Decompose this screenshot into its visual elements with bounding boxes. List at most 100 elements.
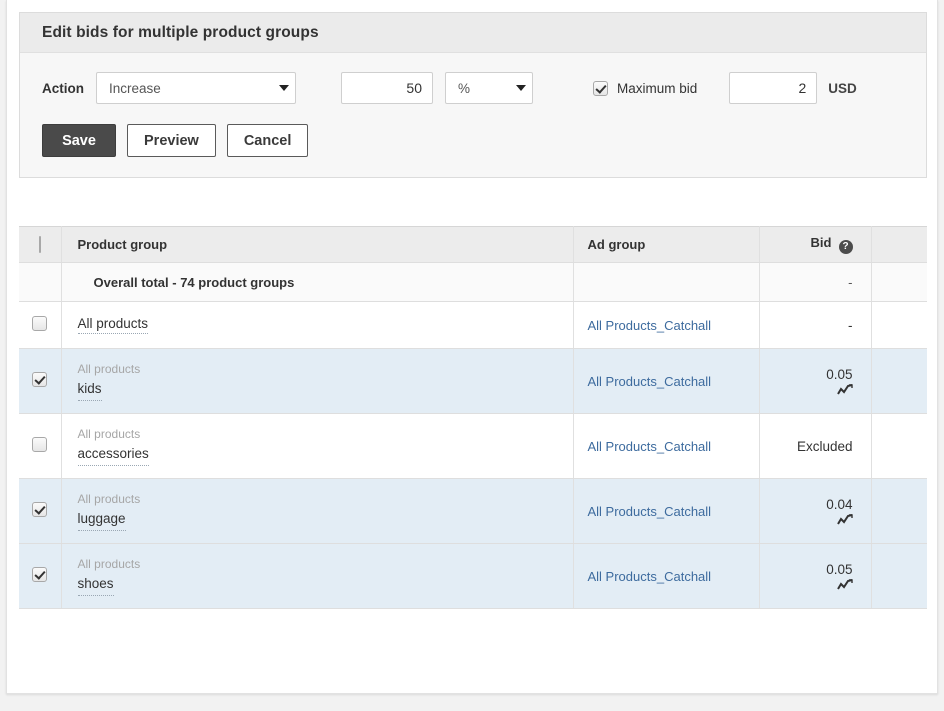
maximum-bid-checkbox[interactable]: [593, 81, 608, 96]
total-row-label: Overall total - 74 product groups: [61, 263, 573, 302]
edit-bids-panel: Edit bids for multiple product groups Ac…: [19, 12, 927, 178]
header-bid[interactable]: Bid?: [759, 227, 871, 263]
row-checkbox[interactable]: [32, 437, 47, 452]
bid-cell[interactable]: 0.04: [759, 479, 871, 544]
bid-sparkline-icon[interactable]: [837, 384, 853, 396]
table-row[interactable]: All products shoes All Products_Catchall 0.…: [19, 544, 927, 609]
row-extra-cell: [871, 414, 927, 479]
currency-label: USD: [828, 81, 857, 96]
row-extra-cell: [871, 479, 927, 544]
cancel-button[interactable]: Cancel: [227, 124, 309, 157]
total-row-extra: [871, 263, 927, 302]
action-row: Action Increase 50 % Maximum bid: [42, 71, 904, 105]
product-group-parent: All products: [78, 556, 572, 572]
header-product-group[interactable]: Product group: [61, 227, 573, 263]
chevron-down-icon: [273, 73, 295, 103]
header-bid-label: Bid: [811, 235, 832, 250]
ad-group-link[interactable]: All Products_Catchall: [588, 504, 712, 519]
unit-select[interactable]: %: [445, 72, 533, 104]
maximum-bid-input[interactable]: 2: [729, 72, 817, 104]
table-row[interactable]: All products accessories All Products_Catc…: [19, 414, 927, 479]
row-checkbox[interactable]: [32, 502, 47, 517]
maximum-bid-label: Maximum bid: [617, 81, 697, 96]
bid-value: 0.05: [761, 562, 853, 577]
bid-value: -: [761, 318, 853, 333]
row-checkbox-cell[interactable]: [19, 544, 61, 609]
table-body: Overall total - 74 product groups-All pr…: [19, 263, 927, 609]
table-header-row: Product group Ad group Bid?: [19, 227, 927, 263]
save-button[interactable]: Save: [42, 124, 116, 157]
table-row[interactable]: All productsluggage All Products_Catchall…: [19, 479, 927, 544]
row-checkbox-cell[interactable]: [19, 414, 61, 479]
row-checkbox[interactable]: [32, 567, 47, 582]
action-select-value: Increase: [97, 81, 273, 96]
panel-body: Action Increase 50 % Maximum bid: [20, 53, 926, 177]
header-extra: [871, 227, 927, 263]
maximum-bid-checkbox-group[interactable]: Maximum bid: [593, 81, 697, 96]
bid-value: 0.04: [761, 497, 853, 512]
product-group-cell: All products shoes: [61, 544, 573, 609]
product-group-name[interactable]: All products: [78, 316, 149, 334]
ad-group-link[interactable]: All Products_Catchall: [588, 439, 712, 454]
select-all-checkbox[interactable]: [39, 236, 41, 253]
row-checkbox-cell[interactable]: [19, 349, 61, 414]
bid-sparkline-icon[interactable]: [837, 579, 853, 591]
table-row-total: Overall total - 74 product groups -: [19, 263, 927, 302]
row-extra-cell: [871, 302, 927, 349]
table-row[interactable]: All products kids All Products_Catchall 0.0…: [19, 349, 927, 414]
chevron-down-icon: [510, 73, 532, 103]
row-extra-cell: [871, 349, 927, 414]
ad-group-cell: All Products_Catchall: [573, 349, 759, 414]
product-group-name[interactable]: shoes: [78, 575, 114, 596]
row-checkbox[interactable]: [32, 316, 47, 331]
ad-group-cell: All Products_Catchall: [573, 544, 759, 609]
row-checkbox[interactable]: [32, 372, 47, 387]
bid-cell[interactable]: 0.05: [759, 349, 871, 414]
row-checkbox-cell[interactable]: [19, 479, 61, 544]
product-group-cell: All products kids: [61, 349, 573, 414]
ad-group-link[interactable]: All Products_Catchall: [588, 569, 712, 584]
unit-select-value: %: [446, 81, 510, 96]
ad-group-cell: All Products_Catchall: [573, 302, 759, 349]
amount-input-value: 50: [406, 80, 422, 96]
bid-value: Excluded: [761, 439, 853, 454]
product-group-parent: All products: [78, 426, 572, 442]
action-label: Action: [42, 81, 84, 96]
button-row: Save Preview Cancel: [42, 124, 904, 157]
ad-group-link[interactable]: All Products_Catchall: [588, 374, 712, 389]
page-title: Edit bids for multiple product groups: [42, 24, 319, 42]
page-background: Edit bids for multiple product groups Ac…: [0, 0, 944, 711]
total-row-checkbox-cell: [19, 263, 61, 302]
table-row[interactable]: All products All Products_Catchall -: [19, 302, 927, 349]
product-group-parent: All products: [78, 361, 572, 377]
bid-cell[interactable]: -: [759, 302, 871, 349]
product-group-name[interactable]: accessories: [78, 445, 149, 466]
table-header: Product group Ad group Bid?: [19, 227, 927, 263]
maximum-bid-input-value: 2: [798, 80, 806, 96]
total-row-bid: -: [759, 263, 871, 302]
row-checkbox-cell[interactable]: [19, 302, 61, 349]
product-group-cell: All products accessories: [61, 414, 573, 479]
action-select[interactable]: Increase: [96, 72, 296, 104]
amount-input[interactable]: 50: [341, 72, 433, 104]
product-group-cell: All products: [61, 302, 573, 349]
product-group-name[interactable]: kids: [78, 380, 102, 401]
product-group-name[interactable]: luggage: [78, 510, 126, 531]
total-row-ad-group: [573, 263, 759, 302]
product-group-cell: All productsluggage: [61, 479, 573, 544]
bid-cell[interactable]: Excluded: [759, 414, 871, 479]
product-groups-table: Product group Ad group Bid? Overall tota…: [19, 226, 927, 609]
preview-button[interactable]: Preview: [127, 124, 216, 157]
header-ad-group[interactable]: Ad group: [573, 227, 759, 263]
bid-sparkline-icon[interactable]: [837, 514, 853, 526]
row-extra-cell: [871, 544, 927, 609]
bid-cell[interactable]: 0.05: [759, 544, 871, 609]
select-all-header: [19, 227, 61, 263]
bid-value: 0.05: [761, 367, 853, 382]
total-row-text: Overall total - 74 product groups: [78, 275, 295, 290]
ad-group-link[interactable]: All Products_Catchall: [588, 318, 712, 333]
total-row-bid-value: -: [848, 275, 852, 290]
help-icon[interactable]: ?: [839, 240, 853, 254]
ad-group-cell: All Products_Catchall: [573, 414, 759, 479]
panel-header: Edit bids for multiple product groups: [20, 13, 926, 53]
